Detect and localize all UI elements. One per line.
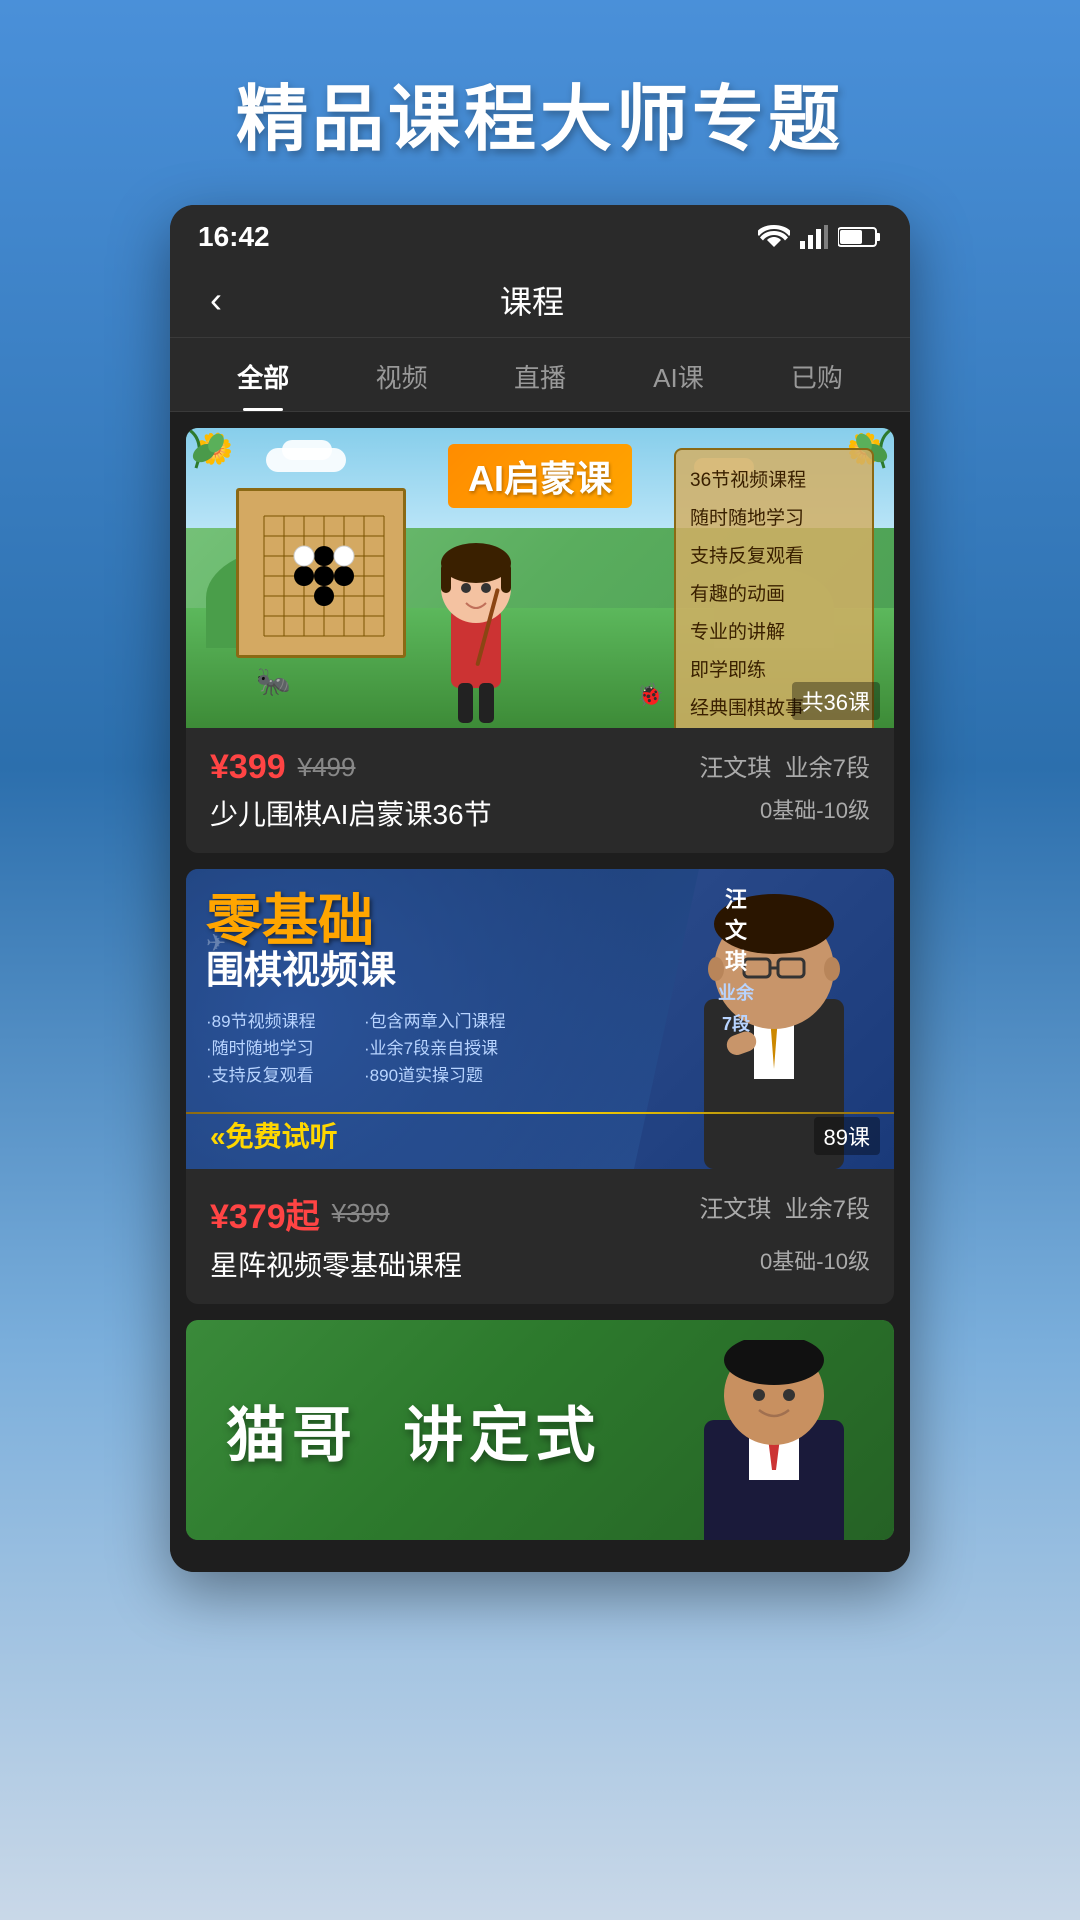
maoge-title: 猫哥 讲定式 xyxy=(186,1320,641,1540)
lesson-count-2: 89课 xyxy=(814,1117,880,1155)
banner-beginner-bg: ✈ ✈ 零基础 围棋视频课 ·89节视频课程 ·包含两章入门课程 ·随时随地学习… xyxy=(186,869,894,1169)
maoge-teacher xyxy=(654,1340,894,1540)
price-current-2: ¥379起 xyxy=(210,1189,320,1238)
course-info-2: ¥379起 ¥399 汪文琪 业余7段 星阵视频零基础课程 0基础-10级 xyxy=(186,1169,894,1304)
lesson-count-1: 共36课 xyxy=(792,682,880,720)
ai-course-title-badge: AI启蒙课 xyxy=(448,444,632,508)
price-current-1: ¥399 xyxy=(210,748,286,787)
teacher-name-banner: 汪文琪业余7段 xyxy=(718,885,754,1039)
status-time: 16:42 xyxy=(198,221,270,253)
wifi-icon xyxy=(758,225,790,249)
phone-container: 16:42 ‹ 课程 全部 xyxy=(170,205,910,1572)
tab-ai[interactable]: AI课 xyxy=(609,338,747,411)
course-banner-3: 猫哥 讲定式 xyxy=(186,1320,894,1540)
price-original-2: ¥399 xyxy=(332,1198,390,1229)
signal-icon xyxy=(800,225,828,249)
course-card-2[interactable]: ✈ ✈ 零基础 围棋视频课 ·89节视频课程 ·包含两章入门课程 ·随时随地学习… xyxy=(186,869,894,1304)
course-level-2: 0基础-10级 xyxy=(760,1244,870,1276)
price-original-1: ¥499 xyxy=(298,752,356,783)
course-list: 🌼 🌼 xyxy=(170,412,910,1572)
battery-icon xyxy=(838,226,882,248)
tab-video[interactable]: 视频 xyxy=(332,338,470,411)
course-level-1: 0基础-10级 xyxy=(760,793,870,825)
tab-live[interactable]: 直播 xyxy=(471,338,609,411)
course-banner-1: 🌼 🌼 xyxy=(186,428,894,728)
tab-all[interactable]: 全部 xyxy=(194,338,332,411)
tab-purchased[interactable]: 已购 xyxy=(748,338,886,411)
status-bar: 16:42 xyxy=(170,205,910,263)
nav-bar: ‹ 课程 xyxy=(170,263,910,338)
course-info-1: ¥399 ¥499 汪文琪 业余7段 少儿围棋AI启蒙课36节 0基础-10级 xyxy=(186,728,894,853)
course-name-1: 少儿围棋AI启蒙课36节 xyxy=(210,793,492,833)
nav-title: 课程 xyxy=(238,277,826,323)
banner-ai-bg: 🌼 🌼 xyxy=(186,428,894,728)
status-icons xyxy=(758,225,882,249)
course-name-2: 星阵视频零基础课程 xyxy=(210,1244,462,1284)
tab-bar: 全部 视频 直播 AI课 已购 xyxy=(170,338,910,412)
course-card-1[interactable]: 🌼 🌼 xyxy=(186,428,894,853)
character-teacher xyxy=(416,528,536,728)
back-button[interactable]: ‹ xyxy=(194,279,238,321)
hero-title: 精品课程大师专题 xyxy=(0,0,1080,205)
teacher-info-2: 汪文琪 业余7段 xyxy=(699,1189,870,1224)
course-card-3[interactable]: 猫哥 讲定式 xyxy=(186,1320,894,1540)
free-trial-label: «免费试听 xyxy=(210,1115,338,1155)
course-banner-2: ✈ ✈ 零基础 围棋视频课 ·89节视频课程 ·包含两章入门课程 ·随时随地学习… xyxy=(186,869,894,1169)
teacher-info-1: 汪文琪 业余7段 xyxy=(699,748,870,783)
